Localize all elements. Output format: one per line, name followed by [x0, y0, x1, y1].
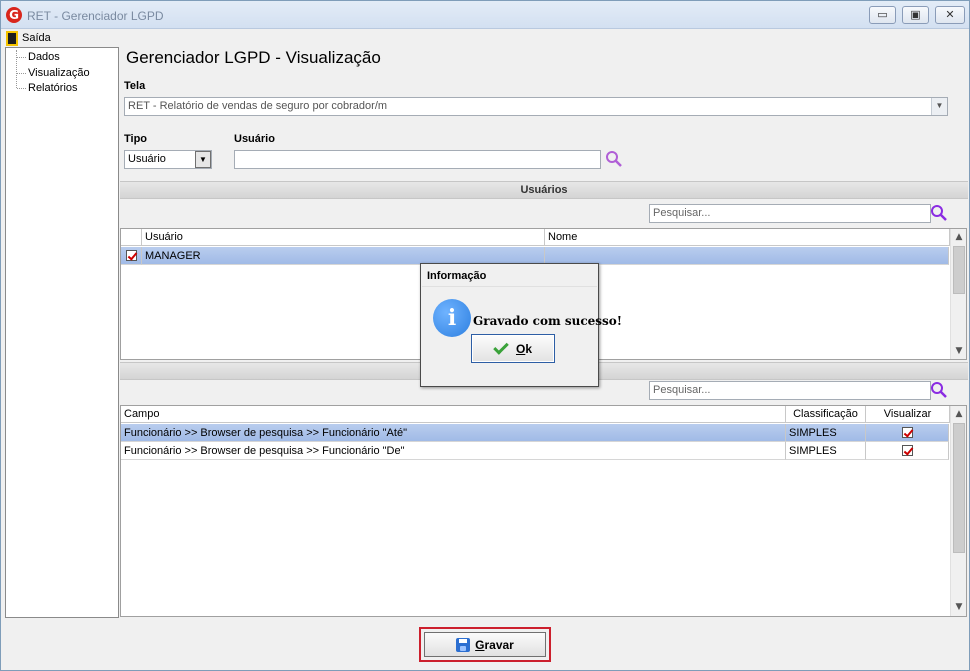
scroll-down-icon[interactable]: ▼ — [951, 343, 966, 359]
column-header-classificacao[interactable]: Classificação — [786, 406, 866, 423]
fields-grid-header: Campo Classificação Visualizar — [121, 406, 950, 423]
exit-menu-item[interactable]: Saída — [6, 29, 51, 47]
menu-bar: Saída — [2, 29, 968, 47]
nome-cell — [545, 247, 949, 265]
title-bar: G RET - Gerenciador LGPD ▭ ▣ ✕ — [1, 1, 969, 29]
exit-menu-label: Saída — [22, 32, 51, 44]
tipo-select-value: Usuário — [128, 153, 166, 165]
usuario-input[interactable] — [234, 150, 601, 169]
users-section-header: Usuários — [120, 181, 968, 199]
tree-connector — [17, 88, 26, 89]
campo-cell: Funcionário >> Browser de pesquisa >> Fu… — [121, 442, 786, 460]
campo-cell: Funcionário >> Browser de pesquisa >> Fu… — [121, 424, 786, 442]
ok-label-rest: k — [525, 341, 533, 356]
close-button[interactable]: ✕ — [935, 6, 965, 24]
checkmark-icon — [493, 338, 509, 355]
users-grid-scrollbar[interactable]: ▲ ▼ — [950, 229, 966, 359]
info-icon: i — [433, 299, 471, 337]
search-icon[interactable] — [930, 381, 948, 399]
ok-label-underlined: O — [515, 341, 526, 356]
app-logo-icon: G — [6, 7, 22, 23]
save-button[interactable]: Gravar — [424, 632, 546, 657]
scroll-down-icon[interactable]: ▼ — [951, 599, 966, 615]
close-icon: ✕ — [945, 8, 955, 21]
maximize-icon: ▣ — [910, 8, 921, 21]
main-window: G RET - Gerenciador LGPD ▭ ▣ ✕ Saída Dad… — [0, 0, 970, 671]
chevron-down-icon[interactable]: ▼ — [931, 98, 947, 115]
users-search-input[interactable]: Pesquisar... — [649, 204, 931, 223]
exit-door-icon — [6, 30, 18, 46]
minimize-button[interactable]: ▭ — [869, 6, 896, 24]
tela-select-value: RET - Relatório de vendas de seguro por … — [128, 100, 388, 112]
tela-select[interactable]: RET - Relatório de vendas de seguro por … — [124, 97, 948, 116]
column-header-usuario[interactable]: Usuário — [142, 229, 545, 246]
tipo-label: Tipo — [124, 133, 148, 145]
visualizar-cell[interactable] — [866, 424, 949, 442]
tree-item-visualizacao[interactable]: Visualização — [28, 67, 90, 79]
search-icon[interactable] — [930, 204, 948, 222]
visualizar-checkbox[interactable] — [901, 444, 913, 456]
tipo-select[interactable]: Usuário ▼ — [124, 150, 212, 169]
column-header-campo[interactable]: Campo — [121, 406, 786, 423]
classificacao-cell: SIMPLES — [786, 424, 866, 442]
scrollbar-thumb[interactable] — [953, 423, 965, 553]
ok-button[interactable]: Ok — [471, 334, 555, 363]
row-checkbox-cell[interactable] — [121, 247, 142, 265]
fields-grid: Campo Classificação Visualizar Funcionár… — [120, 405, 967, 617]
tela-label: Tela — [124, 80, 146, 92]
row-checkbox[interactable] — [125, 249, 137, 261]
tree-connector — [17, 57, 26, 58]
maximize-button[interactable]: ▣ — [902, 6, 929, 24]
fields-grid-scrollbar[interactable]: ▲ ▼ — [950, 406, 966, 616]
navigation-tree: Dados Visualização Relatórios — [5, 47, 119, 618]
info-dialog: Informação i Gravado com sucesso! Ok — [420, 263, 622, 387]
window-title: RET - Gerenciador LGPD — [27, 9, 164, 23]
tree-item-relatorios[interactable]: Relatórios — [28, 82, 78, 94]
dialog-message: Gravado com sucesso! — [473, 314, 623, 328]
visualizar-checkbox[interactable] — [901, 426, 913, 438]
users-grid-header: Usuário Nome — [121, 229, 950, 246]
table-row[interactable]: Funcionário >> Browser de pesquisa >> Fu… — [121, 424, 949, 442]
save-button-highlight: Gravar — [419, 627, 551, 662]
scroll-up-icon[interactable]: ▲ — [951, 229, 966, 245]
scrollbar-thumb[interactable] — [953, 246, 965, 294]
save-label-underlined: G — [475, 637, 485, 652]
tree-connector — [17, 73, 26, 74]
floppy-disk-icon — [456, 637, 471, 652]
visualizar-cell[interactable] — [866, 442, 949, 460]
dialog-title: Informação — [422, 265, 597, 287]
checkbox-column-header — [121, 229, 142, 246]
chevron-down-icon[interactable]: ▼ — [195, 151, 211, 168]
minimize-icon: ▭ — [877, 8, 888, 21]
column-header-nome[interactable]: Nome — [545, 229, 950, 246]
scroll-up-icon[interactable]: ▲ — [951, 406, 966, 422]
search-icon[interactable] — [605, 150, 623, 168]
page-title: Gerenciador LGPD - Visualização — [126, 48, 381, 67]
fields-search-input[interactable]: Pesquisar... — [649, 381, 931, 400]
column-header-visualizar[interactable]: Visualizar — [866, 406, 950, 423]
classificacao-cell: SIMPLES — [786, 442, 866, 460]
tree-connector — [16, 50, 17, 88]
save-label-rest: ravar — [484, 637, 514, 652]
table-row[interactable]: Funcionário >> Browser de pesquisa >> Fu… — [121, 442, 949, 460]
tree-item-dados[interactable]: Dados — [28, 51, 60, 63]
usuario-label: Usuário — [234, 133, 275, 145]
